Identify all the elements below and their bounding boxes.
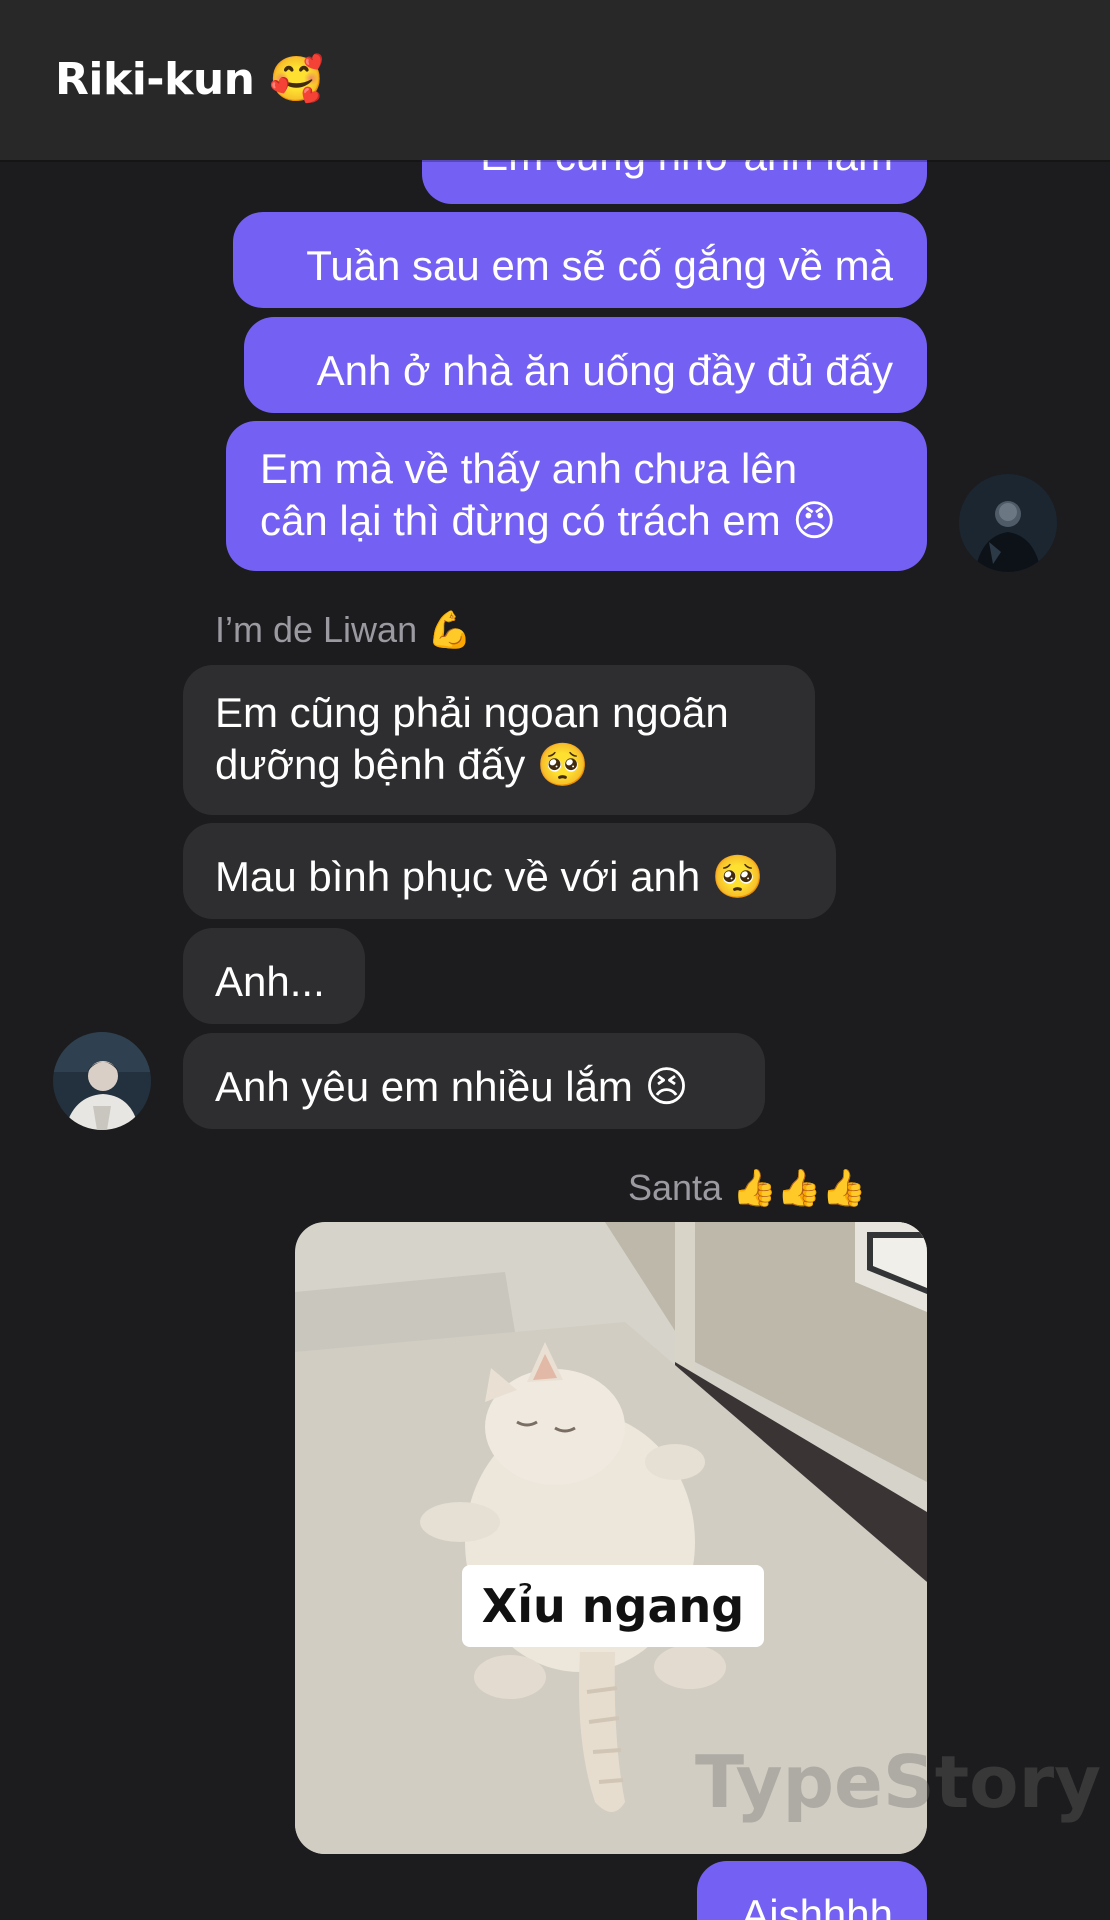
message-incoming[interactable]: Anh...: [183, 928, 365, 1024]
message-text: Aishhhh: [741, 1891, 893, 1920]
avatar[interactable]: [53, 1032, 151, 1130]
message-outgoing[interactable]: Em mà về thấy anh chưa lên cân lại thì đ…: [226, 421, 927, 571]
sender-name: Santa 👍👍👍: [628, 1166, 867, 1211]
message-line: Em mà về thấy anh chưa lên: [260, 445, 798, 492]
angry-face-emoji: 😠: [792, 496, 837, 545]
message-text: Anh ở nhà ăn uống đầy đủ đấy: [316, 347, 893, 394]
avatar-image: [53, 1032, 151, 1130]
avatar[interactable]: [959, 474, 1057, 572]
message-text: Tuần sau em sẽ cố gắng về mà: [306, 242, 893, 289]
chat-title[interactable]: Riki-kun 🥰: [55, 52, 324, 108]
sender-name-text: Santa: [628, 1167, 723, 1208]
message-line: Em cũng phải ngoan ngoãn: [215, 689, 729, 736]
message-line: cân lại thì đừng có trách em 😠: [260, 495, 893, 547]
message-text: cân lại thì đừng có trách em: [260, 497, 781, 544]
pleading-face-emoji: 🥺: [711, 852, 765, 901]
sender-name-text: I’m de Liwan: [215, 609, 418, 650]
pleading-face-emoji: 🥺: [536, 740, 590, 789]
message-line: dưỡng bệnh đấy 🥺: [215, 739, 781, 791]
message-text: Anh yêu em nhiều lắm: [215, 1063, 633, 1110]
message-text: Mau bình phục về với anh: [215, 853, 701, 900]
message-incoming[interactable]: Em cũng phải ngoan ngoãn dưỡng bệnh đấy …: [183, 665, 815, 815]
message-incoming[interactable]: Anh yêu em nhiều lắm 😣: [183, 1033, 765, 1129]
flexed-biceps-emoji: 💪: [427, 610, 472, 651]
avatar-image: [959, 474, 1057, 572]
smiling-hearts-emoji: 🥰: [269, 54, 324, 105]
chat-title-text: Riki-kun: [55, 54, 255, 105]
message-incoming[interactable]: Mau bình phục về với anh 🥺: [183, 823, 836, 919]
persevering-face-emoji: 😣: [644, 1062, 689, 1111]
sender-name: I’m de Liwan 💪: [215, 608, 472, 653]
message-outgoing[interactable]: Anh ở nhà ăn uống đầy đủ đấy: [244, 317, 927, 413]
photo-caption: Xỉu ngang: [462, 1565, 764, 1647]
message-text: Anh...: [215, 958, 325, 1005]
chat-header: Riki-kun 🥰: [0, 0, 1110, 160]
watermark: TypeStory: [695, 1740, 1102, 1824]
message-outgoing[interactable]: Aishhhh: [697, 1861, 927, 1920]
thumbs-up-emoji: 👍👍👍: [732, 1168, 867, 1209]
message-outgoing[interactable]: Tuần sau em sẽ cố gắng về mà: [233, 212, 927, 308]
chat-screen: Riki-kun 🥰 Em cũng nhớ anh lắm Tuần sau …: [0, 0, 1110, 1920]
message-text: dưỡng bệnh đấy: [215, 741, 526, 788]
